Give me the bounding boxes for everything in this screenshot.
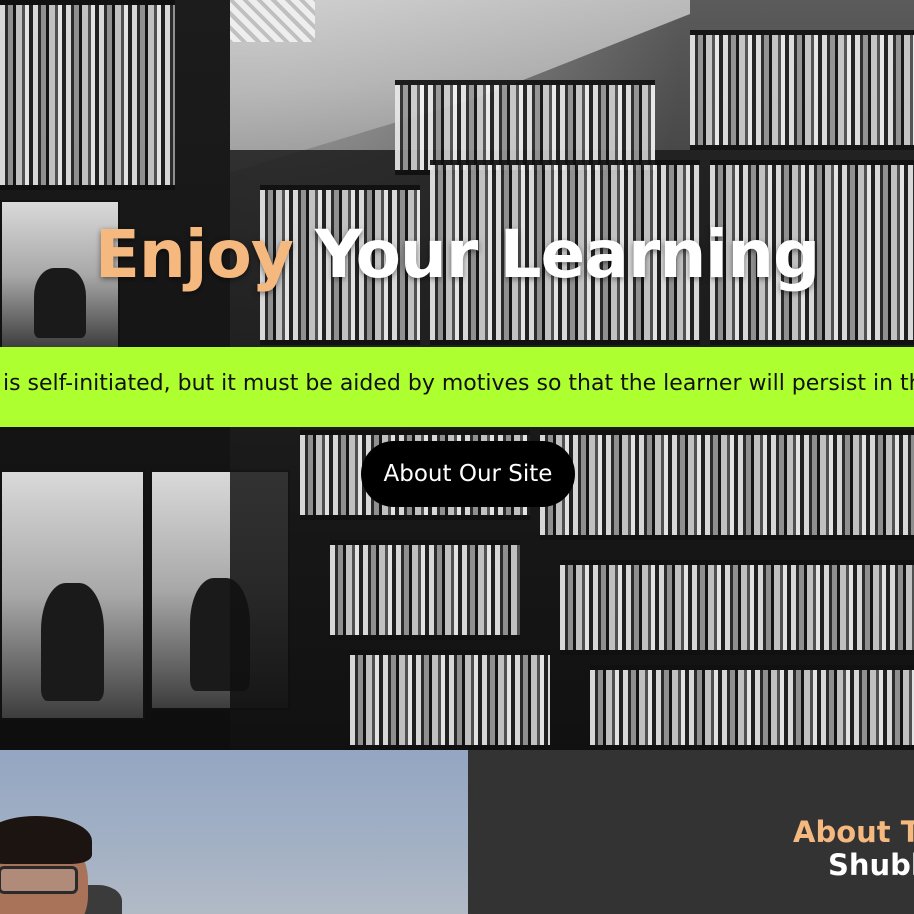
book-row: [350, 650, 550, 750]
book-row: [590, 665, 914, 750]
hero-title-accent: Enjoy: [94, 216, 294, 293]
person-hair: [0, 816, 92, 864]
glasses-icon: [0, 866, 78, 894]
about-panel: About Th Shubh: [468, 750, 914, 914]
about-heading: About Th: [793, 815, 914, 849]
book-row: [330, 540, 520, 640]
hero-title-rest: Your Learning: [292, 216, 820, 293]
book-poster: [0, 470, 145, 720]
quote-text: g is self-initiated, but it must be aide…: [0, 371, 914, 396]
hero-title: Enjoy Your Learning: [0, 216, 914, 293]
book-row: [690, 30, 914, 150]
book-row: [560, 560, 914, 655]
left-top-books: [0, 0, 175, 190]
hero-section: Enjoy Your Learning g is self-initiated,…: [0, 0, 914, 750]
about-our-site-button[interactable]: About Our Site: [361, 441, 575, 507]
quote-marquee: g is self-initiated, but it must be aide…: [0, 347, 914, 427]
about-name: Shubh: [828, 848, 914, 882]
book-row: [540, 430, 914, 540]
profile-photo: [0, 750, 468, 914]
